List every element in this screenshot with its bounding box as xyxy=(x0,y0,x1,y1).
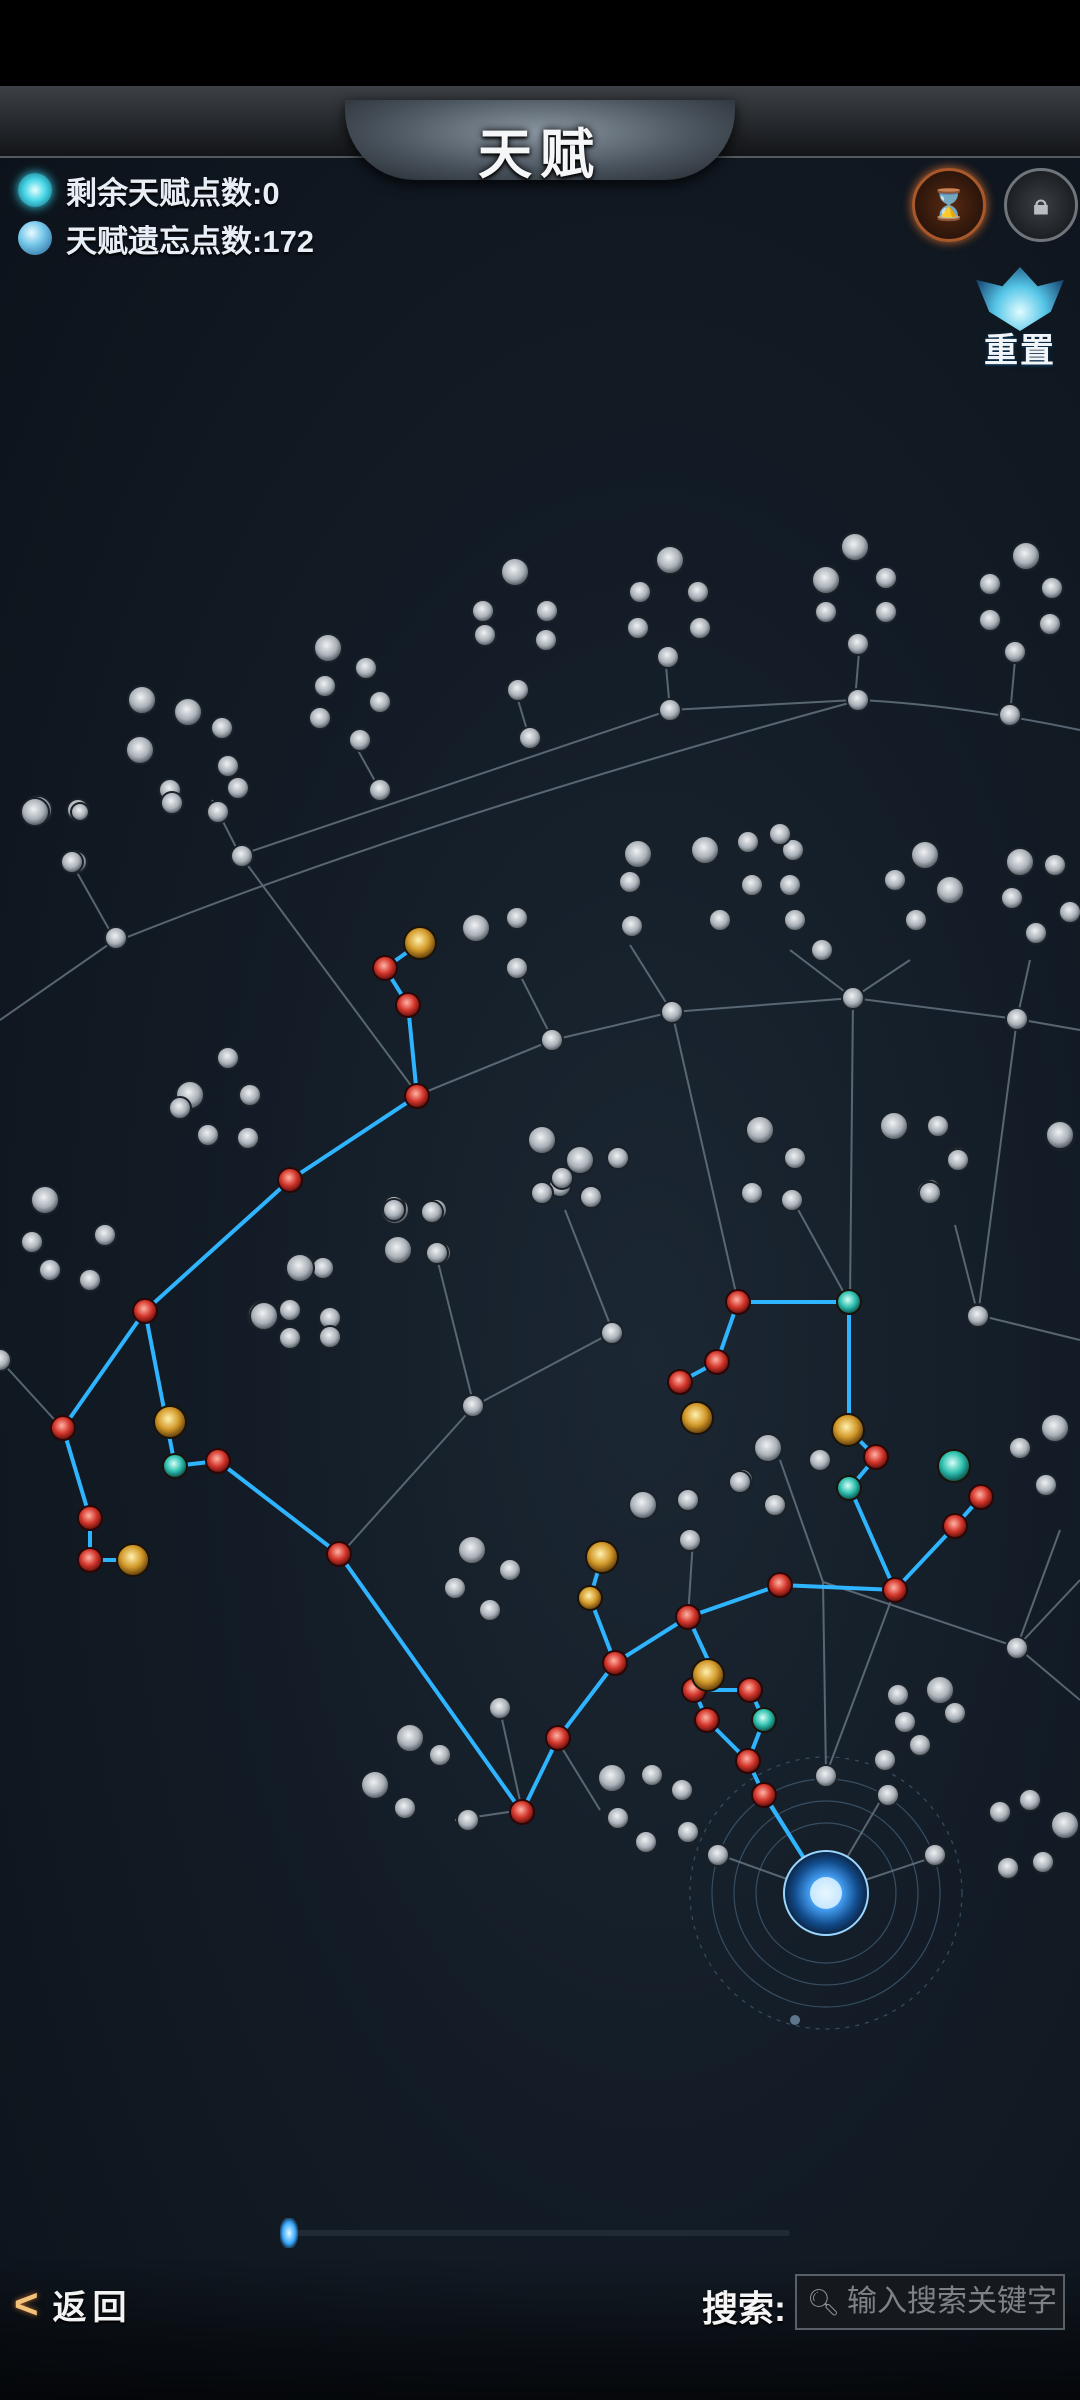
search-input[interactable] xyxy=(845,2284,1059,2320)
forget-point-icon xyxy=(18,221,52,255)
lock-icon: 🔒︎ xyxy=(1033,188,1049,220)
reset-button[interactable]: 重置 xyxy=(965,262,1075,372)
search-icon: 🔍︎ xyxy=(807,2287,841,2317)
back-label: 返回 xyxy=(52,2288,133,2327)
search-label: 搜索: xyxy=(702,2288,786,2329)
remaining-points-label: 剩余天赋点数:0 xyxy=(66,175,280,211)
back-arrow-icon: < xyxy=(14,2280,39,2327)
lock-button[interactable]: 🔒︎ xyxy=(1004,168,1078,242)
remaining-points-row: 剩余天赋点数:0 xyxy=(18,168,280,212)
talent-point-icon xyxy=(18,173,52,207)
scroll-thumb[interactable] xyxy=(280,2218,298,2248)
back-button[interactable]: < 返回 xyxy=(14,2276,133,2332)
hourglass-button[interactable]: ⌛ xyxy=(912,168,986,242)
talent-core[interactable] xyxy=(783,1850,869,2025)
status-bar xyxy=(0,0,1080,86)
inactive-links xyxy=(0,639,1080,1894)
page-title: 天赋 xyxy=(478,125,602,185)
forget-points-label: 天赋遗忘点数:172 xyxy=(66,223,315,259)
search-box[interactable]: 🔍︎ xyxy=(795,2274,1065,2330)
reset-emblem-icon xyxy=(976,267,1064,331)
forget-points-row: 天赋遗忘点数:172 xyxy=(18,216,314,260)
scroll-track[interactable] xyxy=(290,2230,790,2236)
talent-tree[interactable] xyxy=(0,0,1080,2400)
hourglass-icon: ⌛ xyxy=(930,188,968,222)
inactive-nodes[interactable] xyxy=(0,532,1080,1880)
